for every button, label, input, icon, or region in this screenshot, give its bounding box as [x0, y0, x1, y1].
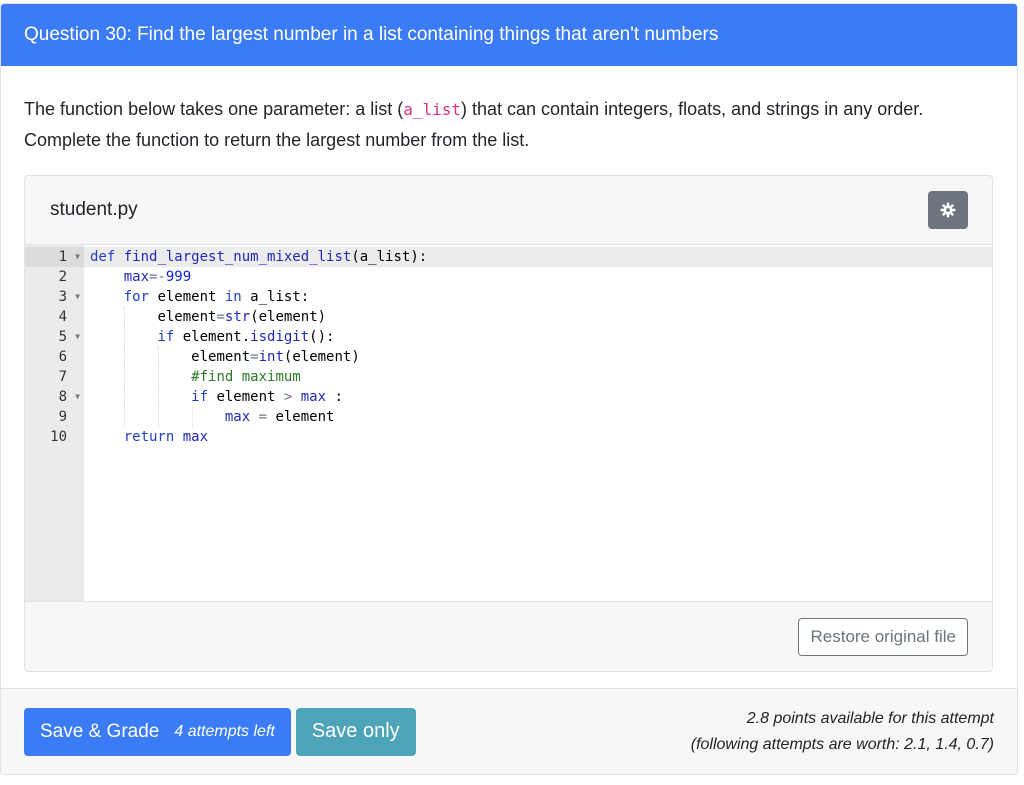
- fold-arrow-icon[interactable]: ▼: [75, 287, 80, 307]
- code-line[interactable]: element=str(element): [84, 307, 992, 327]
- question-body: The function below takes one parameter: …: [1, 66, 1017, 672]
- line-number: 1 ▼: [25, 247, 84, 267]
- save-and-grade-button[interactable]: Save & Grade 4 attempts left: [24, 707, 291, 756]
- line-number: 8 ▼: [58, 387, 80, 407]
- line-number: 5 ▼: [58, 327, 80, 347]
- fold-arrow-icon[interactable]: ▼: [75, 387, 80, 407]
- question-header: Question 30: Find the largest number in …: [1, 4, 1017, 66]
- line-number: 7: [58, 369, 67, 385]
- editor-settings-button[interactable]: [928, 191, 968, 229]
- line-number: 2: [58, 269, 67, 285]
- code-line[interactable]: if element.isdigit():: [84, 327, 992, 347]
- line-number: 3 ▼: [58, 287, 80, 307]
- restore-original-file-button[interactable]: Restore original file: [798, 618, 968, 656]
- prompt-inline-code: a_list: [403, 100, 461, 119]
- line-number: 4: [58, 309, 67, 325]
- gear-icon: [940, 202, 956, 218]
- points-info: 2.8 points available for this attempt (f…: [691, 706, 994, 758]
- file-editor-card: student.py 1 ▼ 2 3 ▼ 4 5 ▼ 6 7 8 ▼ 9 10 …: [24, 175, 993, 672]
- file-header: student.py: [25, 176, 992, 245]
- code-line[interactable]: #find maximum: [84, 367, 992, 387]
- file-footer: Restore original file: [25, 602, 992, 671]
- attempts-left-badge: 4 attempts left: [174, 722, 275, 740]
- question-footer: Save & Grade 4 attempts left Save only 2…: [1, 688, 1017, 774]
- code-line[interactable]: element=int(element): [84, 347, 992, 367]
- line-number-gutter: 1 ▼ 2 3 ▼ 4 5 ▼ 6 7 8 ▼ 9 10: [25, 245, 84, 601]
- line-number: 10: [50, 429, 67, 445]
- code-line[interactable]: for element in a_list:: [84, 287, 992, 307]
- question-title: Question 30: Find the largest number in …: [24, 24, 719, 45]
- points-available-text: 2.8 points available for this attempt: [746, 709, 994, 727]
- following-attempts-text: (following attempts are worth: 2.1, 1.4,…: [690, 735, 994, 753]
- code-line[interactable]: max = element: [84, 407, 992, 427]
- save-and-grade-label: Save & Grade: [40, 720, 160, 742]
- prompt-text-before: The function below takes one parameter: …: [24, 99, 404, 119]
- code-line[interactable]: def find_largest_num_mixed_list(a_list):: [84, 247, 992, 267]
- fold-arrow-icon[interactable]: ▼: [75, 247, 80, 267]
- save-only-button[interactable]: Save only: [295, 707, 416, 756]
- line-number: 6: [58, 349, 67, 365]
- question-prompt: The function below takes one parameter: …: [24, 94, 994, 155]
- code-line[interactable]: max=-999: [84, 267, 992, 287]
- fold-arrow-icon[interactable]: ▼: [75, 327, 80, 347]
- file-name: student.py: [50, 199, 138, 220]
- code-line[interactable]: if element > max :: [84, 387, 992, 407]
- question-card: Question 30: Find the largest number in …: [0, 3, 1018, 775]
- code-line[interactable]: return max: [84, 427, 992, 447]
- line-number: 9: [58, 409, 67, 425]
- code-editor[interactable]: 1 ▼ 2 3 ▼ 4 5 ▼ 6 7 8 ▼ 9 10 def find_larges…: [25, 245, 992, 602]
- code-area[interactable]: def find_largest_num_mixed_list(a_list):…: [84, 245, 992, 601]
